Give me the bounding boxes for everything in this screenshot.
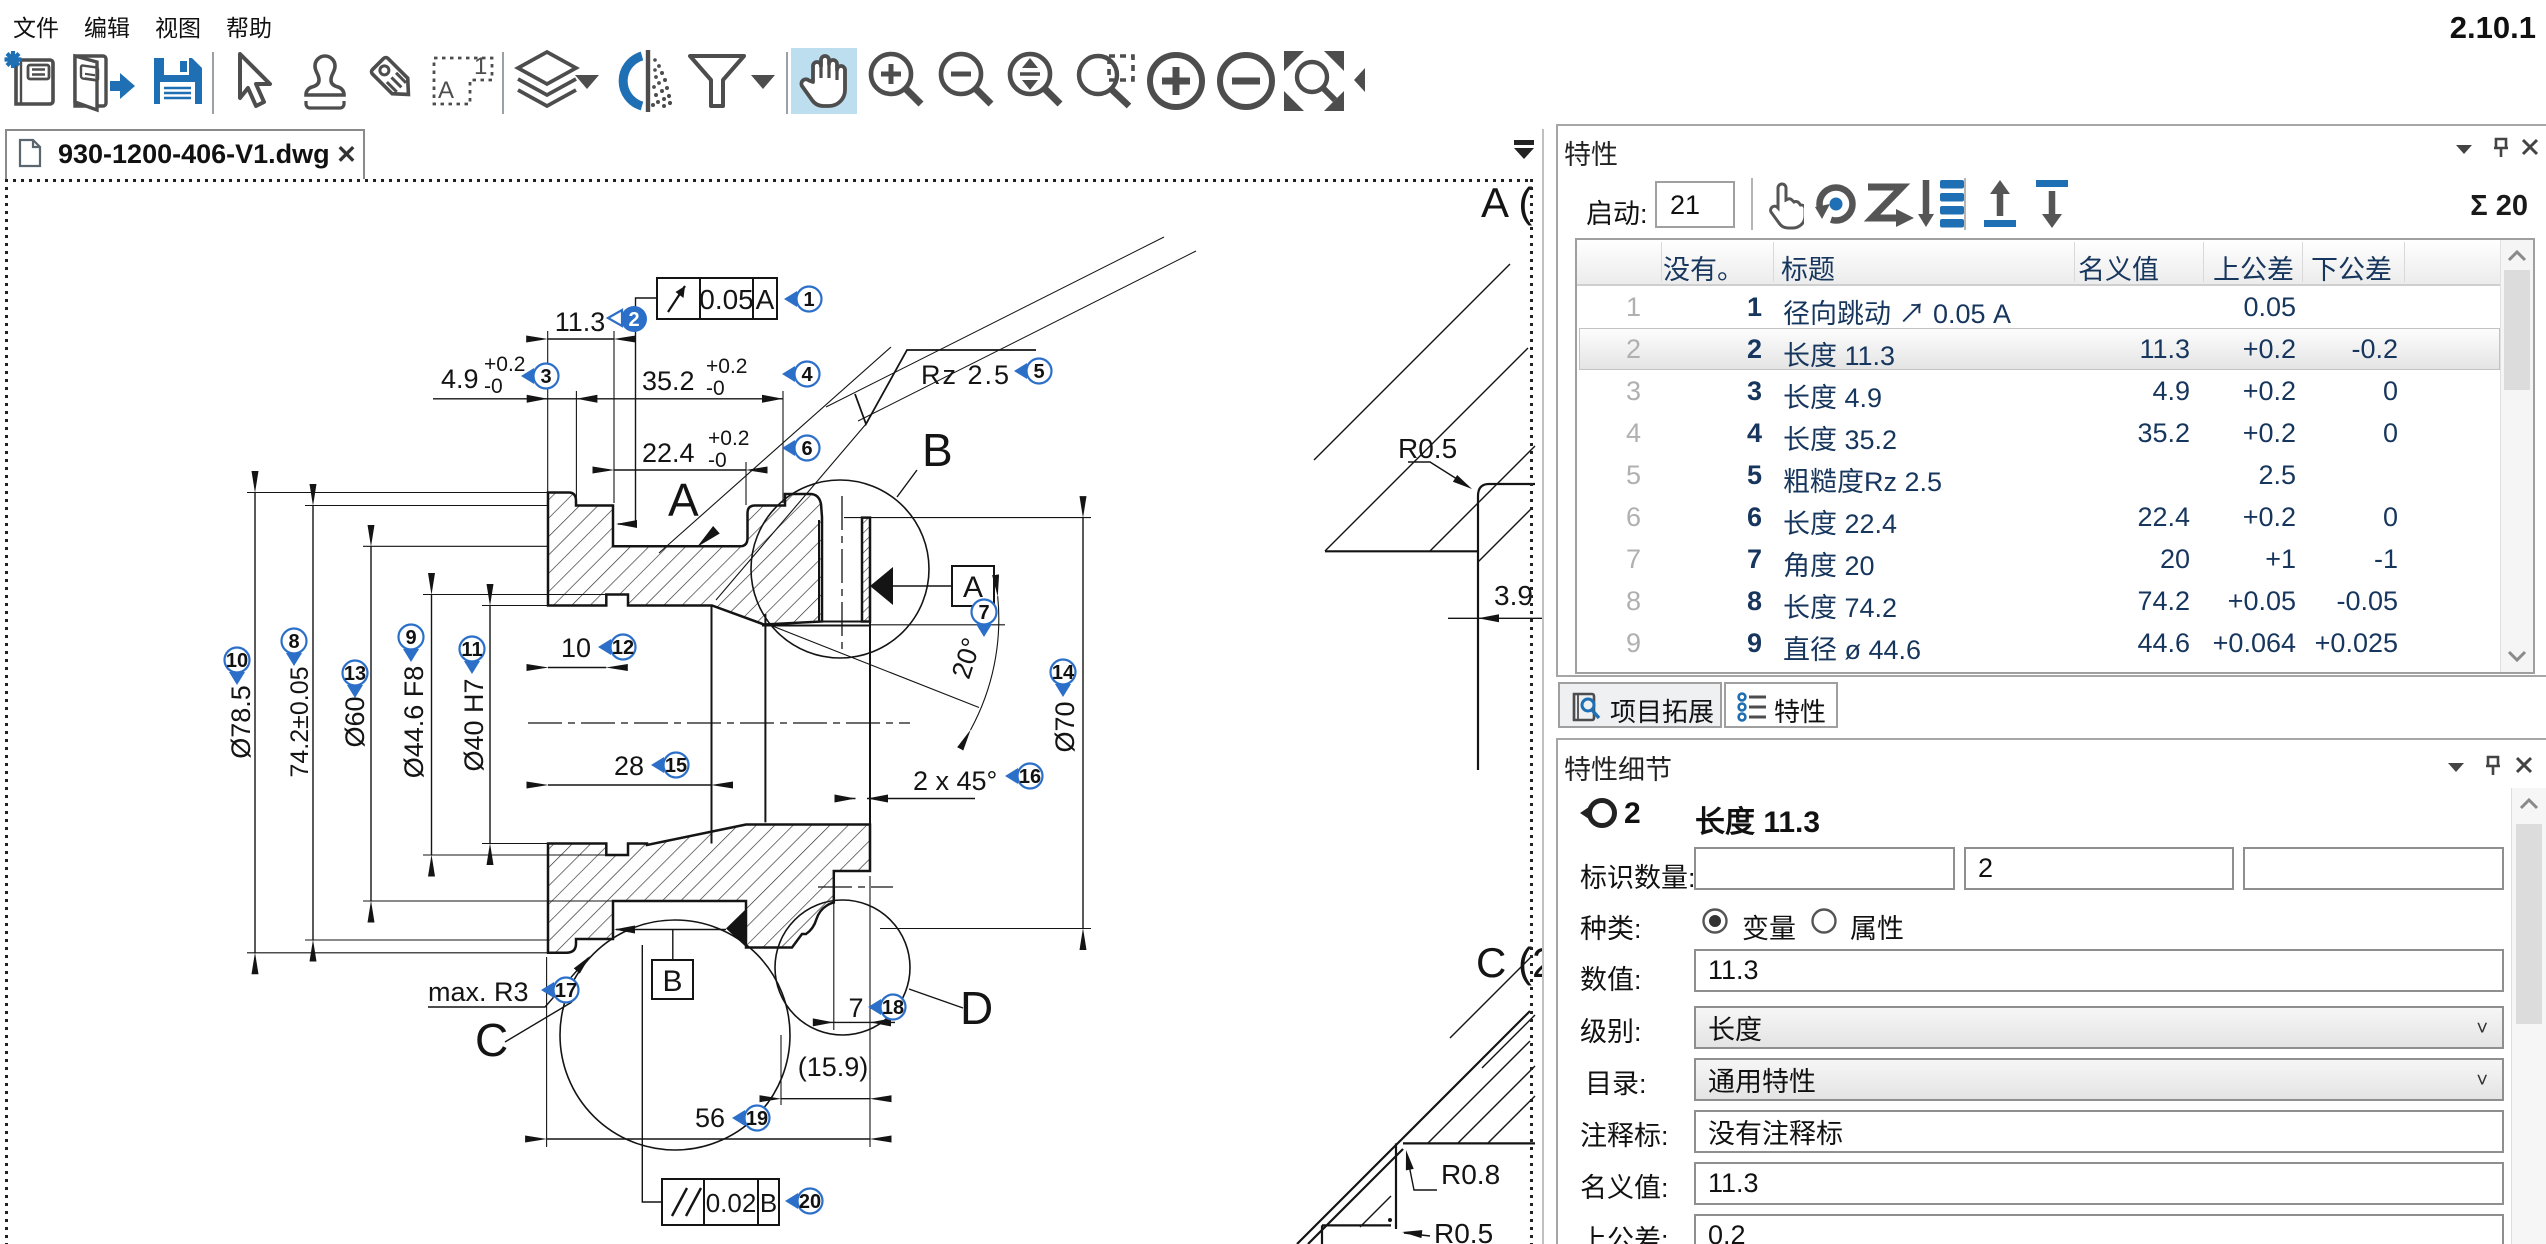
svg-text:6: 6 — [801, 438, 812, 460]
svg-text:1: 1 — [474, 53, 487, 80]
svg-text:R0.8: R0.8 — [1441, 1159, 1500, 1190]
svg-text:Rz 2.5: Rz 2.5 — [921, 360, 1011, 390]
svg-text:C: C — [475, 1014, 508, 1066]
svg-text:Ø60: Ø60 — [340, 696, 370, 747]
svg-text:13: 13 — [344, 663, 366, 685]
svg-text:2: 2 — [628, 309, 639, 331]
svg-text:A: A — [756, 284, 775, 315]
svg-text:+0.2: +0.2 — [706, 355, 747, 378]
svg-text:+0.2: +0.2 — [484, 353, 525, 376]
svg-text:20°: 20° — [946, 634, 987, 682]
svg-text:Ø44.6 F8: Ø44.6 F8 — [399, 666, 429, 779]
svg-text:12: 12 — [612, 637, 634, 659]
svg-text:max. R3: max. R3 — [428, 977, 529, 1007]
svg-text:-0: -0 — [706, 377, 725, 400]
svg-text:-0: -0 — [484, 375, 503, 398]
svg-text:A (: A ( — [1481, 179, 1532, 226]
svg-text:Ø40 H7: Ø40 H7 — [459, 678, 489, 771]
svg-text:+0.2: +0.2 — [708, 427, 749, 450]
svg-text:7: 7 — [848, 993, 863, 1023]
svg-text:4.9: 4.9 — [441, 364, 479, 394]
svg-text:15: 15 — [665, 755, 687, 777]
svg-text:9: 9 — [405, 627, 416, 649]
svg-text:B: B — [922, 424, 953, 476]
svg-text:2 x 45°: 2 x 45° — [913, 766, 997, 796]
svg-text:20: 20 — [799, 1191, 821, 1213]
svg-text:11.3: 11.3 — [555, 307, 606, 337]
svg-text:3: 3 — [540, 366, 551, 388]
svg-text:11: 11 — [461, 639, 482, 661]
svg-text:0.05: 0.05 — [699, 284, 754, 315]
svg-text:8: 8 — [288, 631, 299, 653]
svg-text:35.2: 35.2 — [642, 366, 695, 396]
svg-text:56: 56 — [695, 1103, 725, 1133]
svg-text:D: D — [960, 982, 993, 1034]
svg-text:Ø78.5: Ø78.5 — [226, 685, 256, 759]
svg-text:3.9: 3.9 — [1494, 580, 1533, 611]
svg-text:16: 16 — [1019, 766, 1041, 788]
svg-text:-0: -0 — [708, 449, 727, 472]
svg-text:R0.5: R0.5 — [1434, 1218, 1493, 1244]
svg-text:5: 5 — [1033, 361, 1044, 383]
svg-text:A: A — [668, 474, 699, 526]
svg-text:18: 18 — [882, 997, 904, 1019]
svg-text:R0.5: R0.5 — [1398, 433, 1457, 464]
svg-text:19: 19 — [746, 1108, 768, 1130]
svg-text:4: 4 — [801, 364, 813, 386]
svg-text:14: 14 — [1052, 662, 1075, 684]
svg-text:28: 28 — [614, 751, 644, 781]
svg-text:(15.9): (15.9) — [798, 1052, 869, 1082]
svg-text:10: 10 — [561, 633, 591, 663]
svg-text:Ø70: Ø70 — [1050, 701, 1080, 752]
svg-text:1: 1 — [803, 289, 814, 311]
svg-text:A: A — [438, 77, 454, 104]
svg-text:17: 17 — [555, 980, 577, 1002]
svg-text:B: B — [662, 965, 682, 998]
svg-text:74.2±0.05: 74.2±0.05 — [286, 666, 314, 777]
svg-text:22.4: 22.4 — [642, 438, 695, 468]
svg-text:7: 7 — [978, 602, 989, 624]
svg-text:0.02: 0.02 — [706, 1188, 757, 1218]
svg-text:10: 10 — [226, 650, 248, 672]
svg-text:B: B — [760, 1188, 777, 1218]
